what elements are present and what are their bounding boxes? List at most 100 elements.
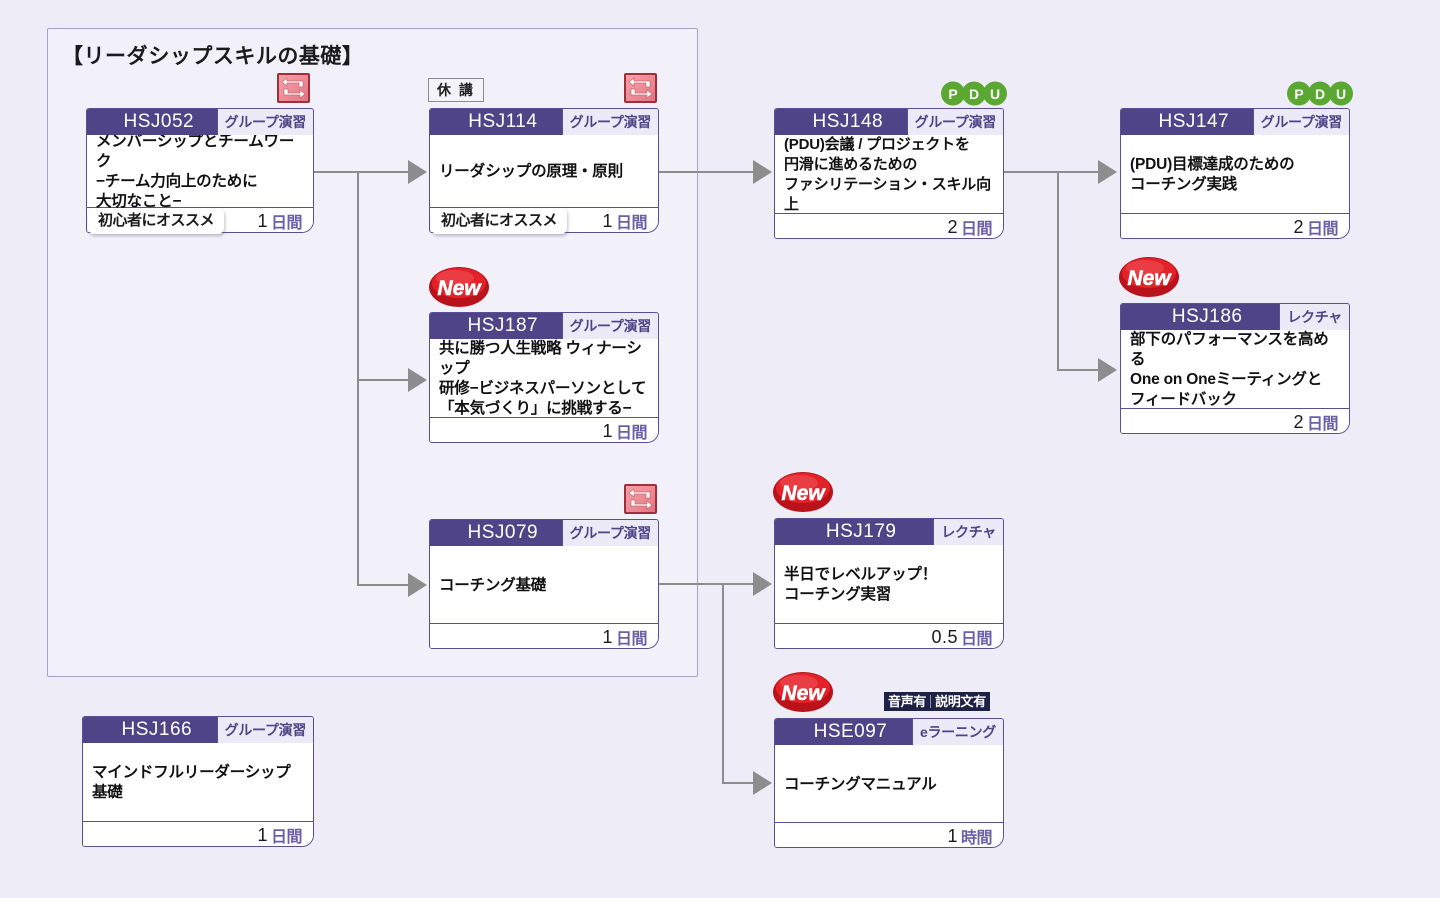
card-header: HSE097 eラーニング [775, 719, 1003, 745]
card-header: HSJ179 レクチャ [775, 519, 1003, 545]
duration-unit: 日間 [270, 215, 303, 232]
duration-value: 2 [1293, 216, 1304, 237]
pdu-badge-hsj147: P D U [1285, 81, 1357, 106]
duration-value: 1 [602, 420, 613, 441]
course-type-badge: レクチャ [1279, 304, 1349, 330]
course-code: HSJ166 [121, 719, 193, 740]
course-code: HSJ187 [467, 315, 539, 336]
card-header: HSJ166 グループ演習 [83, 717, 313, 743]
card-footer: 0.5 日間 [775, 623, 1003, 648]
card-header: HSJ147 グループ演習 [1121, 109, 1349, 135]
connector-spine-bottom [722, 583, 724, 783]
course-title: マインドフルリーダーシップ 基礎 [92, 764, 291, 801]
course-title: (PDU)目標達成のための コーチング実践 [1130, 156, 1295, 193]
course-type-badge: グループ演習 [561, 313, 658, 339]
course-card-hsj147[interactable]: HSJ147 グループ演習 (PDU)目標達成のための コーチング実践 2 日間 [1120, 108, 1350, 239]
course-code: HSJ052 [123, 111, 195, 132]
course-type-badge: グループ演習 [216, 109, 313, 135]
connector-hsj148-out [1004, 171, 1102, 173]
course-title: (PDU)会議 / プロジェクトを 円滑に進めるための ファシリテーション・スキ… [784, 136, 991, 213]
course-type-badge: eラーニング [912, 719, 1003, 745]
suspended-badge-hsj114: 休 講 [428, 78, 484, 102]
duration-value: 2 [1293, 411, 1304, 432]
duration-unit: 日間 [615, 425, 648, 442]
svg-text:New: New [781, 682, 826, 705]
duration-unit: 日間 [960, 631, 993, 648]
duration-value: 1 [947, 825, 958, 846]
arrow-to-hsj079 [408, 573, 427, 597]
course-card-hsj187[interactable]: HSJ187 グループ演習 共に勝つ人生戦略 ウィナーシップ 研修−ビジネスパー… [429, 312, 659, 443]
recycle-icon-hsj114[interactable] [624, 73, 657, 103]
new-badge-hsj186: New [1118, 255, 1180, 299]
svg-text:U: U [990, 86, 1000, 102]
recommend-badge-hsj052: 初心者にオススメ [88, 208, 225, 234]
arrow-to-hsj187 [408, 368, 427, 392]
course-card-hsj079[interactable]: HSJ079 グループ演習 コーチング基礎 1 日間 [429, 519, 659, 649]
card-header: HSJ187 グループ演習 [430, 313, 658, 339]
card-footer: 2 日間 [775, 213, 1003, 238]
course-code: HSJ147 [1158, 111, 1230, 132]
card-header: HSJ079 グループ演習 [430, 520, 658, 546]
course-card-hse097[interactable]: HSE097 eラーニング コーチングマニュアル 1 時間 [774, 718, 1004, 848]
course-code: HSJ079 [467, 522, 539, 543]
arrow-to-hsj179 [753, 572, 772, 596]
recycle-icon-hsj079[interactable] [624, 484, 657, 514]
course-title: メンバーシップとチームワーク −チーム力向上のために 大切なこと− [96, 133, 295, 210]
course-type-badge: レクチャ [933, 519, 1003, 545]
duration-unit: 日間 [615, 631, 648, 648]
svg-text:P: P [948, 86, 957, 102]
course-card-hsj166[interactable]: HSJ166 グループ演習 マインドフルリーダーシップ 基礎 1 日間 [82, 716, 314, 847]
svg-text:New: New [437, 277, 482, 300]
recycle-icon-hsj052[interactable] [277, 73, 310, 103]
connector-hsj052-out [314, 171, 359, 173]
connector-to-hse097 [722, 782, 757, 784]
course-code: HSJ148 [812, 111, 884, 132]
arrow-to-hsj148 [753, 160, 772, 184]
svg-text:D: D [1315, 86, 1325, 102]
duration-unit: 時間 [960, 830, 993, 847]
arrow-to-hsj186 [1098, 358, 1117, 382]
arrow-to-hsj147 [1098, 160, 1117, 184]
card-footer: 1 日間 [430, 417, 658, 442]
course-type-badge: グループ演習 [216, 717, 313, 743]
recommend-badge-hsj114: 初心者にオススメ [431, 208, 568, 234]
connector-hsj079-out [659, 583, 757, 585]
duration-value: 0.5 [931, 626, 958, 647]
course-card-hsj148[interactable]: HSJ148 グループ演習 (PDU)会議 / プロジェクトを 円滑に進めるため… [774, 108, 1004, 239]
course-title: 半日でレベルアップ！ コーチング実習 [784, 566, 938, 603]
card-header: HSJ186 レクチャ [1121, 304, 1349, 330]
duration-value: 1 [257, 210, 268, 231]
media-badge-hse097: 音声有 説明文有 [884, 692, 990, 711]
svg-text:New: New [781, 482, 826, 505]
card-header: HSJ114 グループ演習 [430, 109, 658, 135]
new-badge-hsj187: New [428, 265, 490, 309]
connector-hsj114-to-hsj148 [659, 171, 757, 173]
course-title: 部下のパフォーマンスを高める One on Oneミーティングと フィードバック [1130, 331, 1329, 408]
course-title: リーダシップの原理・原則 [439, 163, 623, 180]
card-footer: 1 時間 [775, 822, 1003, 847]
course-title: 共に勝つ人生戦略 ウィナーシップ 研修−ビジネスパーソンとして 「本気づくり」に… [439, 340, 647, 417]
svg-text:U: U [1336, 86, 1346, 102]
course-code: HSJ179 [825, 521, 897, 542]
course-type-badge: グループ演習 [906, 109, 1003, 135]
arrow-to-hsj114 [408, 160, 427, 184]
duration-unit: 日間 [270, 829, 303, 846]
course-title: コーチング基礎 [439, 576, 547, 594]
media-text-label: 説明文有 [935, 694, 986, 709]
card-footer: 2 日間 [1121, 213, 1349, 238]
card-footer: 2 日間 [1121, 408, 1349, 433]
card-header: HSJ052 グループ演習 [87, 109, 313, 135]
card-footer: 1 日間 [430, 623, 658, 648]
group-title: 【リーダシップスキルの基礎】 [62, 45, 364, 68]
course-code: HSE097 [813, 721, 888, 742]
card-footer: 1 日間 [83, 821, 313, 846]
card-header: HSJ148 グループ演習 [775, 109, 1003, 135]
duration-value: 1 [257, 824, 268, 845]
new-badge-hse097: New [772, 670, 834, 714]
duration-unit: 日間 [960, 221, 993, 238]
course-card-hsj179[interactable]: HSJ179 レクチャ 半日でレベルアップ！ コーチング実習 0.5 日間 [774, 518, 1004, 649]
duration-unit: 日間 [1306, 221, 1339, 238]
media-audio-label: 音声有 [888, 694, 927, 709]
svg-text:P: P [1294, 86, 1303, 102]
course-card-hsj186[interactable]: HSJ186 レクチャ 部下のパフォーマンスを高める One on Oneミーテ… [1120, 303, 1350, 434]
